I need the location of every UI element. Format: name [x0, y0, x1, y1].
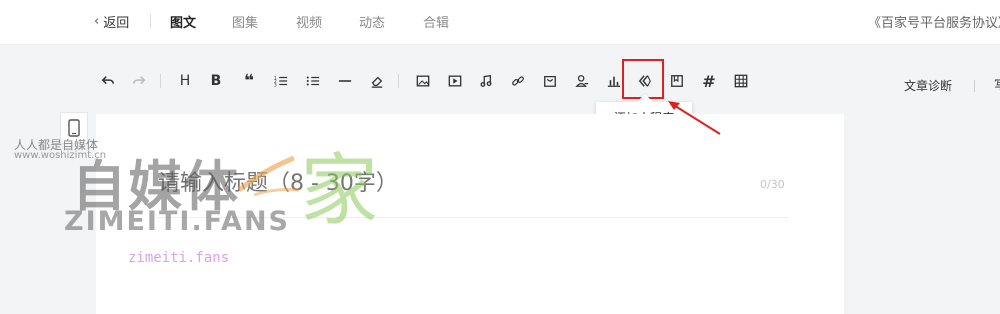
- toolbar-divider: [160, 74, 161, 88]
- toolbar-divider: [974, 80, 975, 92]
- tab-gallery[interactable]: 图集: [232, 12, 258, 31]
- chevron-left-icon: ‹: [94, 14, 100, 29]
- image-icon[interactable]: [414, 72, 432, 90]
- redo-icon[interactable]: [130, 72, 148, 90]
- eraser-icon[interactable]: [368, 72, 386, 90]
- editor-toolbar: H B ❝ 123 #: [0, 58, 1000, 106]
- top-nav-bar: ‹ 返回 图文 图集 视频 动态 合辑 《百家号平台服务协议》: [0, 0, 1000, 45]
- ordered-list-icon[interactable]: 123: [272, 72, 290, 90]
- undo-icon[interactable]: [99, 72, 117, 90]
- hashtag-button[interactable]: #: [700, 72, 718, 91]
- watermark-pink-url: zimeiti.fans: [128, 250, 230, 266]
- toolbar-divider: [398, 74, 399, 88]
- title-char-count: 0/30: [760, 178, 785, 191]
- link-icon[interactable]: [509, 72, 527, 90]
- bookmark-box-icon[interactable]: [668, 72, 686, 90]
- chart-icon[interactable]: [605, 72, 623, 90]
- watermark-fans-text: ZIMEITI.FANS: [64, 206, 290, 237]
- svg-text:3: 3: [274, 82, 277, 88]
- agreement-link[interactable]: 《百家号平台服务协议》: [868, 12, 1000, 31]
- product-card-icon[interactable]: [541, 72, 559, 90]
- write-button[interactable]: 写: [994, 76, 1000, 93]
- tab-collection[interactable]: 合辑: [423, 12, 449, 31]
- back-button[interactable]: ‹ 返回: [94, 12, 129, 31]
- bold-button[interactable]: B: [207, 72, 225, 90]
- audio-icon[interactable]: [477, 72, 495, 90]
- tab-dynamic[interactable]: 动态: [359, 12, 385, 31]
- article-diagnosis-button[interactable]: 文章诊断: [904, 77, 952, 94]
- bullet-list-icon[interactable]: [304, 72, 322, 90]
- video-icon[interactable]: [446, 72, 464, 90]
- quote-button[interactable]: ❝: [240, 71, 258, 91]
- tab-video[interactable]: 视频: [296, 12, 322, 31]
- mini-program-highlight: [622, 59, 664, 99]
- tab-graphic-text[interactable]: 图文: [170, 12, 196, 31]
- phone-icon: [68, 119, 80, 137]
- horizontal-rule-icon[interactable]: [336, 72, 354, 90]
- user-card-icon[interactable]: [573, 72, 591, 90]
- watermark-swoosh: [237, 155, 300, 197]
- nav-divider: [150, 14, 151, 28]
- table-icon[interactable]: [732, 72, 750, 90]
- watermark-jia-char: 家: [300, 146, 379, 236]
- heading-button[interactable]: H: [176, 72, 194, 90]
- back-label: 返回: [103, 16, 130, 31]
